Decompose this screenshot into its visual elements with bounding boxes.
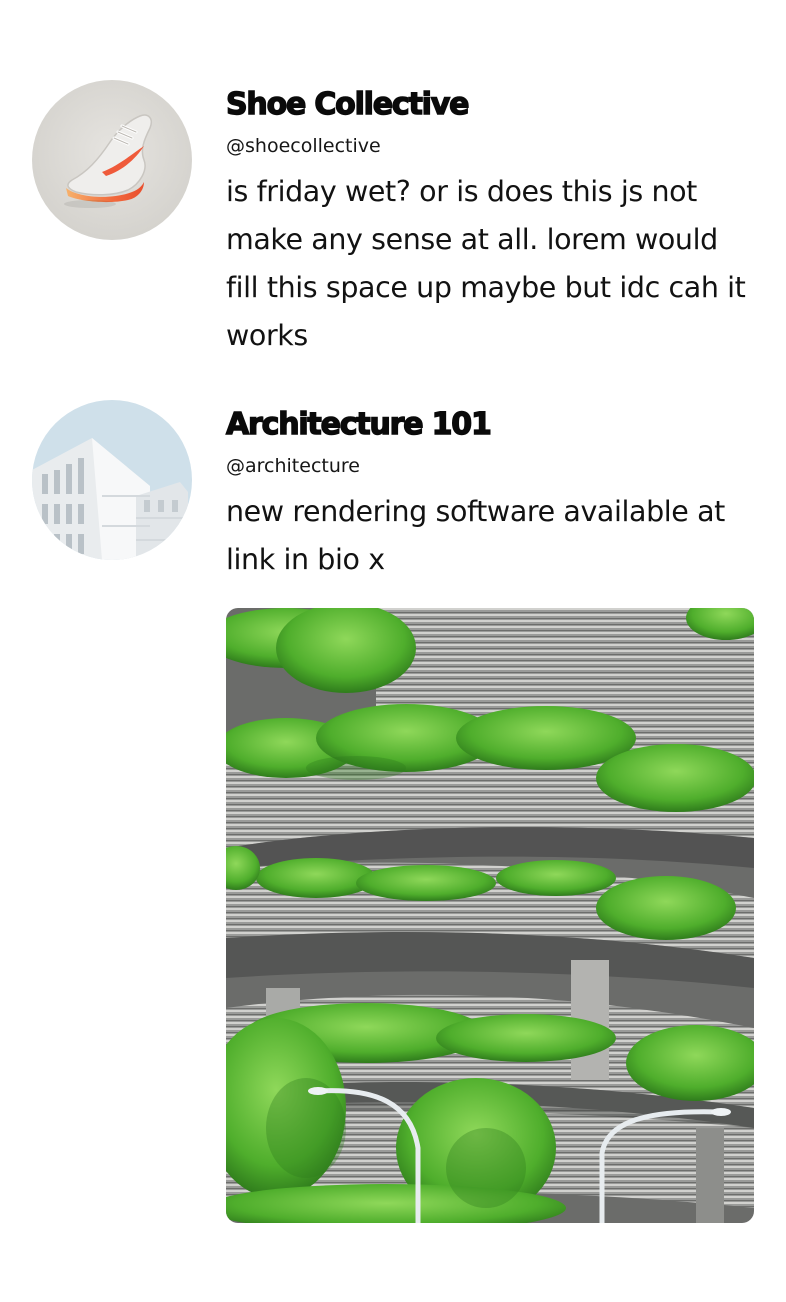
post-media[interactable] xyxy=(226,608,754,1223)
post-text: is friday wet? or is does this js not ma… xyxy=(226,175,746,352)
sneaker-avatar-icon xyxy=(32,80,192,240)
avatar[interactable] xyxy=(32,400,192,560)
handle[interactable]: @shoecollective xyxy=(226,134,754,158)
avatar[interactable] xyxy=(32,80,192,240)
handle[interactable]: @architecture xyxy=(226,454,754,478)
post-content: Architecture 101 @architecture new rende… xyxy=(225,400,754,584)
building-avatar-icon xyxy=(32,400,192,560)
feed: Shoe Collective @shoecollective is frida… xyxy=(0,0,786,1302)
green-building-photo-icon xyxy=(226,608,754,1223)
post-content: Shoe Collective @shoecollective is frida… xyxy=(225,80,754,360)
display-name[interactable]: Shoe Collective xyxy=(225,87,754,122)
display-name[interactable]: Architecture 101 xyxy=(225,407,754,442)
post-text: new rendering software available at link… xyxy=(226,495,725,576)
